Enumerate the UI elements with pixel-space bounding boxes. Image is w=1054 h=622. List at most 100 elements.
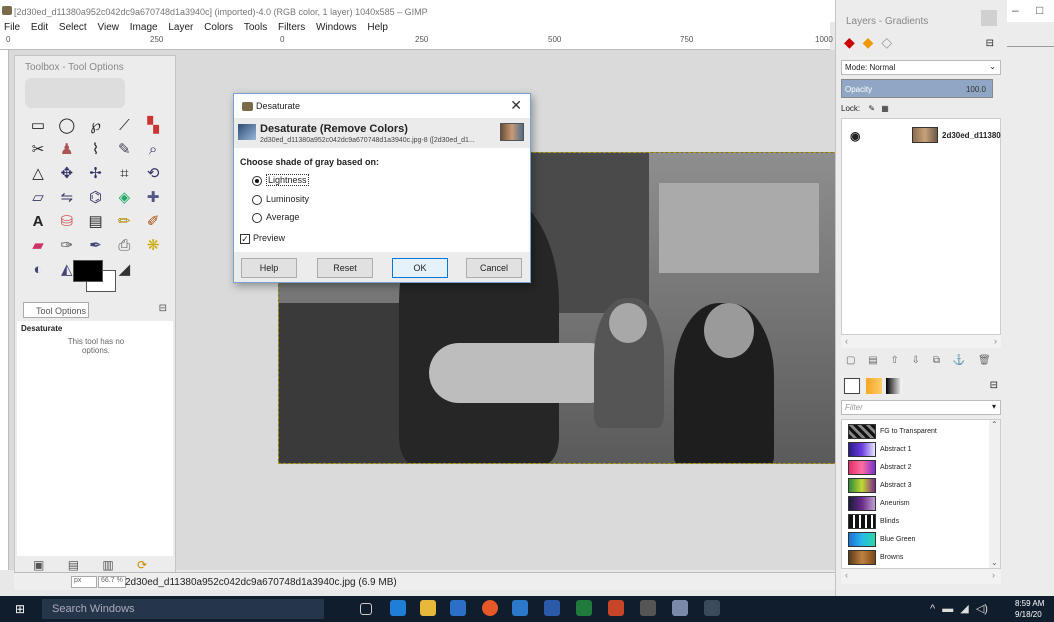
gradient-item[interactable]: Abstract 3 [848, 477, 998, 494]
radio-button-checked[interactable] [252, 175, 262, 186]
foreground-color-swatch[interactable] [73, 260, 103, 282]
chevron-down-icon[interactable]: ▾ [992, 402, 996, 411]
internet-explorer-icon[interactable] [450, 600, 466, 616]
cage-icon[interactable]: ⌬ [85, 187, 107, 209]
scroll-up-icon[interactable]: ⌃ [991, 420, 998, 429]
gradient-item[interactable]: Abstract 1 [848, 441, 998, 458]
airbrush-icon[interactable]: ✑ [56, 235, 78, 257]
layers-tab-icon[interactable]: ◆ [844, 34, 855, 51]
scroll-left-icon[interactable]: ‹ [845, 336, 848, 346]
gradient-list-hscroll[interactable]: ‹ › [841, 568, 1001, 584]
brushes-tab-icon[interactable] [844, 378, 860, 394]
gradient-icon[interactable]: ▤ [85, 211, 107, 233]
scroll-left-icon[interactable]: ‹ [845, 570, 848, 580]
dock-close-button[interactable] [981, 10, 997, 26]
edge-browser-icon[interactable] [390, 600, 406, 616]
radio-average[interactable]: Average [252, 212, 299, 223]
opacity-value[interactable]: 100.0 [966, 85, 986, 94]
duplicate-layer-icon[interactable]: ⧉ [933, 355, 940, 366]
gradient-item[interactable]: Blue Green [848, 531, 998, 548]
horizontal-ruler[interactable]: 0 250 0 250 500 750 1000 [0, 35, 833, 50]
menu-select[interactable]: Select [59, 22, 87, 33]
align-icon[interactable]: ✢ [85, 163, 107, 185]
maximize-button[interactable]: □ [1036, 3, 1043, 17]
clone-icon[interactable]: ⎙ [113, 235, 135, 257]
gradients-menu-icon[interactable]: ⊟ [990, 380, 998, 391]
app-taskbar-icon[interactable] [704, 600, 720, 616]
restore-options-icon[interactable]: ▤ [68, 558, 79, 572]
minimize-button[interactable]: – [1012, 3, 1019, 17]
menu-layer[interactable]: Layer [168, 22, 193, 33]
scroll-down-icon[interactable]: ⌄ [991, 558, 998, 567]
ink-icon[interactable]: ✒ [85, 235, 107, 257]
menu-windows[interactable]: Windows [316, 22, 357, 33]
checkbox-checked[interactable]: ✓ [240, 233, 250, 244]
paths-icon[interactable]: ⌇ [85, 139, 107, 161]
pencil-icon[interactable]: ✏ [113, 211, 135, 233]
menu-filters[interactable]: Filters [278, 22, 305, 33]
chrome-icon[interactable] [482, 600, 498, 616]
battery-icon[interactable]: ▬ [942, 603, 953, 615]
perspective-icon[interactable]: ▱ [27, 187, 49, 209]
anchor-layer-icon[interactable]: ⚓ [953, 355, 965, 366]
fg-bg-colors[interactable] [73, 260, 117, 294]
menu-tools[interactable]: Tools [244, 22, 267, 33]
lower-layer-icon[interactable]: ⇩ [912, 355, 920, 366]
color-select-icon[interactable]: ▚ [142, 115, 164, 137]
lock-pixels-icon[interactable]: ✎ [868, 104, 875, 113]
reset-button[interactable]: Reset [317, 258, 373, 278]
zoom-selector[interactable]: 66.7 % [98, 576, 126, 588]
patterns-tab-icon[interactable] [866, 378, 882, 394]
gradients-tab-icon[interactable] [886, 378, 902, 394]
foreground-select-icon[interactable]: ♟ [56, 139, 78, 161]
preview-checkbox[interactable]: ✓ Preview [240, 233, 285, 244]
calculator-icon[interactable] [640, 600, 656, 616]
gradient-item[interactable]: FG to Transparent [848, 423, 998, 440]
word-icon[interactable] [544, 600, 560, 616]
flip-icon[interactable]: ⇋ [56, 187, 78, 209]
transform-icon[interactable]: ⟲ [142, 163, 164, 185]
fuzzy-select-icon[interactable]: ⟋ [113, 115, 135, 137]
zoom-icon[interactable]: ⌕ [142, 139, 164, 161]
menu-colors[interactable]: Colors [204, 22, 233, 33]
new-group-icon[interactable]: ▤ [868, 355, 877, 366]
radio-lightness[interactable]: Lightness [252, 174, 309, 186]
radio-luminosity[interactable]: Luminosity [252, 194, 309, 205]
new-layer-icon[interactable]: ▢ [846, 355, 855, 366]
measure-icon[interactable]: △ [27, 163, 49, 185]
task-view-icon[interactable] [360, 603, 372, 615]
bucket-fill-icon[interactable]: ⛁ [56, 211, 78, 233]
menu-help[interactable]: Help [367, 22, 388, 33]
menu-edit[interactable]: Edit [31, 22, 48, 33]
channels-tab-icon[interactable]: ◆ [863, 34, 874, 51]
gradient-list-scrollbar[interactable]: ⌃ ⌄ [989, 420, 1000, 570]
scroll-right-icon[interactable]: › [992, 570, 995, 580]
excel-icon[interactable] [576, 600, 592, 616]
gradient-filter-input[interactable]: Filter ▾ [841, 400, 1001, 415]
lock-alpha-icon[interactable]: ▦ [881, 104, 889, 113]
move-icon[interactable]: ✥ [56, 163, 78, 185]
layer-list-hscroll[interactable]: ‹ › [841, 334, 1001, 348]
ok-button[interactable]: OK [392, 258, 448, 278]
scissors-icon[interactable]: ✂ [27, 139, 49, 161]
vertical-ruler[interactable] [0, 50, 9, 570]
opacity-slider[interactable]: Opacity 100.0 [841, 79, 993, 98]
paths-tab-icon[interactable]: ◇ [881, 34, 892, 51]
heal-icon[interactable]: ✚ [142, 187, 164, 209]
powerpoint-icon[interactable] [608, 600, 624, 616]
scroll-right-icon[interactable]: › [994, 336, 997, 346]
gimp-taskbar-icon[interactable] [672, 600, 688, 616]
help-button[interactable]: Help [241, 258, 297, 278]
dock-menu-icon[interactable]: ⊟ [986, 38, 994, 49]
gradient-item[interactable]: Aneurism [848, 495, 998, 512]
tab-tool-options[interactable]: Tool Options [23, 302, 89, 318]
warp-icon[interactable]: ◈ [113, 187, 135, 209]
crop-icon[interactable]: ⌗ [113, 163, 135, 185]
windows-start-icon[interactable]: ⊞ [15, 603, 27, 615]
paintbrush-icon[interactable]: ✐ [142, 211, 164, 233]
reset-options-icon[interactable]: ⟳ [137, 558, 147, 572]
wifi-icon[interactable]: ◢ [960, 603, 968, 615]
gradient-item[interactable]: Blinds [848, 513, 998, 530]
volume-icon[interactable]: ◁) [976, 603, 988, 615]
file-explorer-icon[interactable] [420, 600, 436, 616]
